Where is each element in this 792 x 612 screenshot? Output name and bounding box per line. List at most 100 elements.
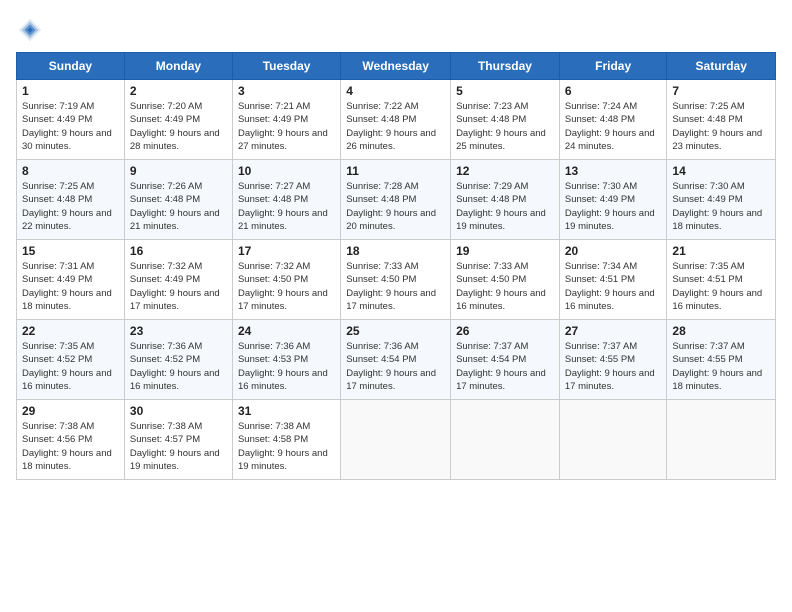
- empty-cell: [559, 400, 667, 480]
- day-number: 30: [130, 404, 227, 418]
- week-row-3: 15 Sunrise: 7:31 AMSunset: 4:49 PMDaylig…: [17, 240, 776, 320]
- week-row-5: 29 Sunrise: 7:38 AMSunset: 4:56 PMDaylig…: [17, 400, 776, 480]
- logo-icon: [16, 16, 44, 44]
- day-cell-13: 13 Sunrise: 7:30 AMSunset: 4:49 PMDaylig…: [559, 160, 667, 240]
- week-row-4: 22 Sunrise: 7:35 AMSunset: 4:52 PMDaylig…: [17, 320, 776, 400]
- day-info: Sunrise: 7:35 AMSunset: 4:52 PMDaylight:…: [22, 341, 112, 392]
- day-cell-25: 25 Sunrise: 7:36 AMSunset: 4:54 PMDaylig…: [341, 320, 451, 400]
- day-cell-18: 18 Sunrise: 7:33 AMSunset: 4:50 PMDaylig…: [341, 240, 451, 320]
- col-header-thursday: Thursday: [451, 53, 560, 80]
- day-number: 14: [672, 164, 770, 178]
- day-number: 16: [130, 244, 227, 258]
- day-cell-31: 31 Sunrise: 7:38 AMSunset: 4:58 PMDaylig…: [232, 400, 340, 480]
- day-cell-20: 20 Sunrise: 7:34 AMSunset: 4:51 PMDaylig…: [559, 240, 667, 320]
- day-number: 31: [238, 404, 335, 418]
- day-cell-27: 27 Sunrise: 7:37 AMSunset: 4:55 PMDaylig…: [559, 320, 667, 400]
- day-cell-21: 21 Sunrise: 7:35 AMSunset: 4:51 PMDaylig…: [667, 240, 776, 320]
- day-cell-4: 4 Sunrise: 7:22 AMSunset: 4:48 PMDayligh…: [341, 80, 451, 160]
- day-info: Sunrise: 7:35 AMSunset: 4:51 PMDaylight:…: [672, 261, 762, 312]
- day-info: Sunrise: 7:34 AMSunset: 4:51 PMDaylight:…: [565, 261, 655, 312]
- day-cell-29: 29 Sunrise: 7:38 AMSunset: 4:56 PMDaylig…: [17, 400, 125, 480]
- page-header: [16, 16, 776, 44]
- day-number: 10: [238, 164, 335, 178]
- day-cell-1: 1 Sunrise: 7:19 AMSunset: 4:49 PMDayligh…: [17, 80, 125, 160]
- empty-cell: [667, 400, 776, 480]
- day-number: 5: [456, 84, 554, 98]
- day-number: 4: [346, 84, 445, 98]
- day-cell-6: 6 Sunrise: 7:24 AMSunset: 4:48 PMDayligh…: [559, 80, 667, 160]
- day-cell-22: 22 Sunrise: 7:35 AMSunset: 4:52 PMDaylig…: [17, 320, 125, 400]
- day-info: Sunrise: 7:21 AMSunset: 4:49 PMDaylight:…: [238, 101, 328, 152]
- day-cell-14: 14 Sunrise: 7:30 AMSunset: 4:49 PMDaylig…: [667, 160, 776, 240]
- col-header-friday: Friday: [559, 53, 667, 80]
- day-cell-28: 28 Sunrise: 7:37 AMSunset: 4:55 PMDaylig…: [667, 320, 776, 400]
- day-cell-30: 30 Sunrise: 7:38 AMSunset: 4:57 PMDaylig…: [124, 400, 232, 480]
- day-number: 19: [456, 244, 554, 258]
- day-cell-19: 19 Sunrise: 7:33 AMSunset: 4:50 PMDaylig…: [451, 240, 560, 320]
- day-number: 18: [346, 244, 445, 258]
- day-info: Sunrise: 7:38 AMSunset: 4:56 PMDaylight:…: [22, 421, 112, 472]
- day-number: 21: [672, 244, 770, 258]
- col-header-sunday: Sunday: [17, 53, 125, 80]
- day-info: Sunrise: 7:23 AMSunset: 4:48 PMDaylight:…: [456, 101, 546, 152]
- day-info: Sunrise: 7:20 AMSunset: 4:49 PMDaylight:…: [130, 101, 220, 152]
- day-number: 29: [22, 404, 119, 418]
- day-info: Sunrise: 7:32 AMSunset: 4:49 PMDaylight:…: [130, 261, 220, 312]
- day-number: 11: [346, 164, 445, 178]
- day-number: 24: [238, 324, 335, 338]
- day-cell-8: 8 Sunrise: 7:25 AMSunset: 4:48 PMDayligh…: [17, 160, 125, 240]
- col-header-wednesday: Wednesday: [341, 53, 451, 80]
- empty-cell: [341, 400, 451, 480]
- day-number: 27: [565, 324, 662, 338]
- col-header-monday: Monday: [124, 53, 232, 80]
- day-cell-3: 3 Sunrise: 7:21 AMSunset: 4:49 PMDayligh…: [232, 80, 340, 160]
- day-number: 7: [672, 84, 770, 98]
- day-number: 6: [565, 84, 662, 98]
- day-number: 12: [456, 164, 554, 178]
- day-cell-10: 10 Sunrise: 7:27 AMSunset: 4:48 PMDaylig…: [232, 160, 340, 240]
- day-info: Sunrise: 7:19 AMSunset: 4:49 PMDaylight:…: [22, 101, 112, 152]
- day-info: Sunrise: 7:30 AMSunset: 4:49 PMDaylight:…: [565, 181, 655, 232]
- day-info: Sunrise: 7:32 AMSunset: 4:50 PMDaylight:…: [238, 261, 328, 312]
- day-number: 26: [456, 324, 554, 338]
- day-cell-17: 17 Sunrise: 7:32 AMSunset: 4:50 PMDaylig…: [232, 240, 340, 320]
- day-info: Sunrise: 7:33 AMSunset: 4:50 PMDaylight:…: [346, 261, 436, 312]
- day-number: 23: [130, 324, 227, 338]
- day-number: 9: [130, 164, 227, 178]
- day-info: Sunrise: 7:30 AMSunset: 4:49 PMDaylight:…: [672, 181, 762, 232]
- day-cell-15: 15 Sunrise: 7:31 AMSunset: 4:49 PMDaylig…: [17, 240, 125, 320]
- day-number: 3: [238, 84, 335, 98]
- day-info: Sunrise: 7:29 AMSunset: 4:48 PMDaylight:…: [456, 181, 546, 232]
- week-row-2: 8 Sunrise: 7:25 AMSunset: 4:48 PMDayligh…: [17, 160, 776, 240]
- day-info: Sunrise: 7:27 AMSunset: 4:48 PMDaylight:…: [238, 181, 328, 232]
- day-number: 15: [22, 244, 119, 258]
- day-info: Sunrise: 7:38 AMSunset: 4:57 PMDaylight:…: [130, 421, 220, 472]
- day-info: Sunrise: 7:25 AMSunset: 4:48 PMDaylight:…: [22, 181, 112, 232]
- day-number: 2: [130, 84, 227, 98]
- logo: [16, 16, 48, 44]
- day-cell-11: 11 Sunrise: 7:28 AMSunset: 4:48 PMDaylig…: [341, 160, 451, 240]
- day-info: Sunrise: 7:38 AMSunset: 4:58 PMDaylight:…: [238, 421, 328, 472]
- day-info: Sunrise: 7:37 AMSunset: 4:55 PMDaylight:…: [672, 341, 762, 392]
- day-number: 8: [22, 164, 119, 178]
- day-number: 28: [672, 324, 770, 338]
- col-header-tuesday: Tuesday: [232, 53, 340, 80]
- day-cell-26: 26 Sunrise: 7:37 AMSunset: 4:54 PMDaylig…: [451, 320, 560, 400]
- day-number: 13: [565, 164, 662, 178]
- day-info: Sunrise: 7:36 AMSunset: 4:54 PMDaylight:…: [346, 341, 436, 392]
- day-info: Sunrise: 7:28 AMSunset: 4:48 PMDaylight:…: [346, 181, 436, 232]
- day-info: Sunrise: 7:37 AMSunset: 4:54 PMDaylight:…: [456, 341, 546, 392]
- col-header-saturday: Saturday: [667, 53, 776, 80]
- day-info: Sunrise: 7:31 AMSunset: 4:49 PMDaylight:…: [22, 261, 112, 312]
- day-cell-2: 2 Sunrise: 7:20 AMSunset: 4:49 PMDayligh…: [124, 80, 232, 160]
- day-cell-16: 16 Sunrise: 7:32 AMSunset: 4:49 PMDaylig…: [124, 240, 232, 320]
- day-cell-24: 24 Sunrise: 7:36 AMSunset: 4:53 PMDaylig…: [232, 320, 340, 400]
- day-cell-7: 7 Sunrise: 7:25 AMSunset: 4:48 PMDayligh…: [667, 80, 776, 160]
- week-row-1: 1 Sunrise: 7:19 AMSunset: 4:49 PMDayligh…: [17, 80, 776, 160]
- day-info: Sunrise: 7:36 AMSunset: 4:52 PMDaylight:…: [130, 341, 220, 392]
- day-cell-9: 9 Sunrise: 7:26 AMSunset: 4:48 PMDayligh…: [124, 160, 232, 240]
- day-info: Sunrise: 7:22 AMSunset: 4:48 PMDaylight:…: [346, 101, 436, 152]
- day-info: Sunrise: 7:25 AMSunset: 4:48 PMDaylight:…: [672, 101, 762, 152]
- calendar-table: SundayMondayTuesdayWednesdayThursdayFrid…: [16, 52, 776, 480]
- empty-cell: [451, 400, 560, 480]
